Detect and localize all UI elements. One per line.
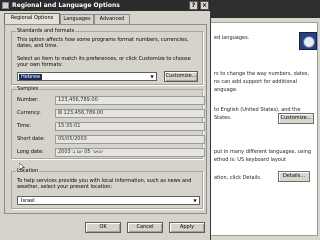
tab-regional-options[interactable]: Regional Options [4, 13, 60, 24]
background-text-line: ed languages. [214, 35, 250, 41]
globe-icon [299, 32, 317, 50]
sample-value-currency: ₪ 123,456,789.00 [55, 109, 205, 118]
globe-icon [2, 2, 9, 9]
background-text-line: ation, click Details. [214, 175, 262, 181]
sample-label-long-date: Long date: [17, 149, 44, 155]
location-select[interactable]: Israel ▼ [17, 196, 200, 205]
location-description: To help services provide you with local … [17, 178, 192, 190]
standards-group-title: Standards and formats [16, 28, 76, 34]
sample-label-short-date: Short date: [17, 136, 45, 142]
tab-languages[interactable]: Languages [60, 14, 94, 24]
sample-label-time: Time: [17, 123, 31, 129]
sample-value-time: 15:35:01 [55, 122, 205, 131]
standards-instruction: Select an item to match its preferences,… [17, 56, 191, 68]
mouse-pointer-icon [19, 163, 25, 171]
sample-value-number: 123,456,789.00 [55, 96, 205, 105]
chevron-down-icon: ▼ [150, 74, 154, 79]
samples-group: Samples Number: 123,456,789.00 Currency:… [11, 86, 205, 159]
location-group: Location To help services provide you wi… [11, 168, 203, 209]
regional-options-panel: Standards and formats This option affect… [4, 24, 207, 214]
samples-group-title: Samples [16, 86, 40, 92]
standards-group: Standards and formats This option affect… [11, 28, 203, 85]
background-text-line: ethod is: US keyboard layout [214, 157, 287, 163]
help-button[interactable]: ? [189, 1, 198, 10]
cancel-button[interactable]: Cancel [127, 222, 163, 233]
background-customize-button[interactable]: Customize... [278, 113, 314, 124]
background-text-line: put in many different languages, using [214, 149, 312, 155]
apply-button[interactable]: Apply [169, 222, 205, 233]
background-text-line: ns can add support for additional [214, 79, 298, 85]
standards-description: This option affects how some programs fo… [17, 37, 189, 49]
sample-value-long-date: 2003 ינואר 05 יום ב [55, 148, 205, 157]
close-button[interactable]: × [200, 1, 209, 10]
regional-language-dialog: Regional and Language Options ? × Region… [0, 0, 211, 240]
background-text-line: anguage. [214, 87, 238, 93]
format-select-value: Hebrew [19, 74, 43, 80]
background-text-line: rs to change the way numbers, dates, [214, 71, 310, 77]
customize-button[interactable]: Customize... [164, 71, 198, 82]
dialog-titlebar: Regional and Language Options ? × [0, 0, 211, 11]
location-select-value: Israel [21, 198, 35, 204]
sample-label-currency: Currency: [17, 110, 41, 116]
background-details-button[interactable]: Details... [278, 171, 310, 182]
tab-advanced[interactable]: Advanced [94, 14, 130, 24]
sample-value-short-date: 05/05/2003 [55, 135, 205, 144]
background-text-line: States. [214, 115, 232, 121]
dialog-title: Regional and Language Options [12, 2, 120, 9]
sample-label-number: Number: [17, 97, 39, 103]
chevron-down-icon: ▼ [193, 198, 197, 203]
ok-button[interactable]: OK [85, 222, 121, 233]
format-select[interactable]: Hebrew ▼ [17, 72, 157, 81]
